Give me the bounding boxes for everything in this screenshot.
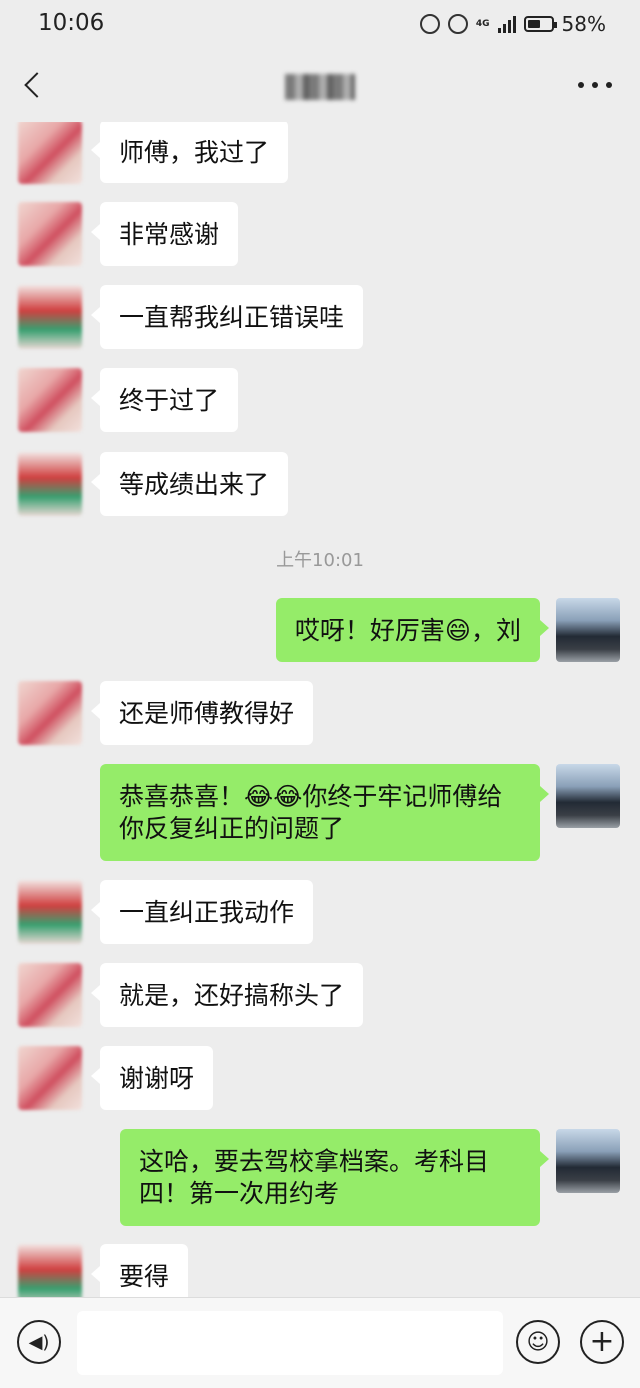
message-bubble[interactable]: 恭喜恭喜！😂😂你终于牢记师傅给你反复纠正的问题了 — [100, 764, 549, 861]
status-icons: 4G 58% — [419, 12, 606, 36]
status-bar: 10:06 4G 58% — [0, 0, 640, 50]
more-options-icon[interactable] — [578, 82, 612, 90]
voice-input-icon[interactable]: ◀) — [17, 1320, 61, 1364]
my-avatar[interactable] — [556, 1129, 620, 1193]
message-bubble[interactable]: 等成绩出来了 — [90, 452, 289, 516]
plus-icon[interactable]: + — [580, 1320, 624, 1364]
my-avatar[interactable] — [556, 598, 620, 662]
alarm-icon — [447, 14, 468, 34]
message-bubble[interactable]: 还是师傅教得好 — [90, 681, 314, 745]
friend-avatar[interactable] — [18, 681, 82, 745]
message-bubble[interactable]: 就是，还好搞称头了 — [90, 963, 364, 1027]
message-bubble[interactable]: 非常感谢 — [90, 202, 239, 266]
back-icon[interactable] — [16, 68, 50, 104]
friend-avatar[interactable] — [18, 452, 82, 516]
battery-percent: 58% — [561, 12, 606, 36]
friend-avatar[interactable] — [18, 368, 82, 432]
message-input[interactable] — [77, 1311, 503, 1375]
emoji-icon[interactable]: ☺ — [516, 1320, 560, 1364]
my-avatar[interactable] — [556, 764, 620, 828]
message-bubble[interactable]: 终于过了 — [90, 368, 239, 432]
message-bubble[interactable]: 一直帮我纠正错误哇 — [90, 285, 364, 349]
friend-avatar[interactable] — [18, 1244, 82, 1297]
chat-header — [0, 50, 640, 122]
friend-avatar[interactable] — [18, 963, 82, 1027]
friend-avatar[interactable] — [18, 122, 82, 184]
friend-avatar[interactable] — [18, 202, 82, 266]
message-bubble[interactable]: 要得 — [90, 1244, 189, 1297]
input-bar: ◀) ☺ + — [0, 1297, 640, 1388]
message-bubble[interactable]: 哎呀！好厉害😄，刘 — [275, 598, 550, 662]
status-time: 10:06 — [38, 10, 105, 36]
friend-avatar[interactable] — [18, 880, 82, 944]
signal-icon — [497, 15, 516, 33]
message-bubble[interactable]: 一直纠正我动作 — [90, 880, 314, 944]
message-bubble[interactable]: 这哈，要去驾校拿档案。考科目四！第一次用约考 — [120, 1129, 549, 1226]
message-timestamp: 上午10:01 — [276, 550, 364, 571]
message-bubble[interactable]: 谢谢呀 — [90, 1046, 214, 1110]
message-list[interactable]: 师傅，我过了 非常感谢 一直帮我纠正错误哇 终于过了 等成绩出来了 上午10:0… — [0, 122, 640, 1297]
chat-title — [285, 74, 355, 100]
battery-icon — [523, 16, 557, 32]
data-saver-icon — [419, 14, 440, 34]
friend-avatar[interactable] — [18, 1046, 82, 1110]
message-bubble[interactable]: 师傅，我过了 — [90, 122, 289, 183]
network-type-icon: 4G — [475, 18, 490, 29]
friend-avatar[interactable] — [18, 285, 82, 349]
